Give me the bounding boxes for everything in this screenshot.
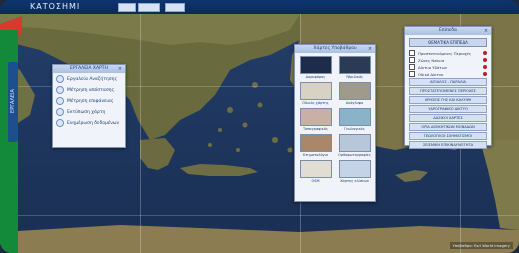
basemap-preview	[299, 134, 332, 152]
basemap-caption: Τοπογραφικός	[303, 127, 328, 131]
top-toolbar: ΚΑΤΟΣΗΜΙ	[0, 0, 519, 14]
layer-status-icon	[483, 58, 487, 62]
area-icon	[56, 97, 64, 105]
layer-group-button[interactable]: ΔΑΣΙΚΟΙ ΧΑΡΤΕΣ	[409, 114, 487, 122]
basemap-caption: OSM	[311, 179, 320, 183]
panel-header: ΕΡΓΑΛΕΙΑ ΧΑΡΤΗ ×	[53, 65, 125, 73]
basemap-thumb[interactable]: Ανάγλυφο	[338, 82, 371, 105]
toolbar-control[interactable]	[165, 3, 185, 12]
map-attribution: Υπόβαθρο: Esri World Imagery	[449, 242, 513, 249]
tool-item-info[interactable]: Ενημέρωση δεδομένων	[56, 118, 122, 128]
search-icon	[56, 75, 64, 83]
basemap-preview	[338, 108, 371, 126]
layer-group-button[interactable]: ΣΕΙΣΜΙΚΗ ΕΠΙΚΙΝΔΥΝΟΤΗΤΑ	[409, 141, 487, 149]
basemap-preview	[299, 56, 332, 74]
layer-checkbox[interactable]	[409, 50, 415, 56]
basemap-thumb[interactable]: Υβριδικός	[338, 56, 371, 79]
basemap-thumb[interactable]: Τοπογραφικός	[299, 108, 332, 131]
basemap-caption: Κτηματολόγιο	[302, 153, 328, 157]
sidebar-tab-label: ΕΡΓΑΛΕΙΑ	[10, 89, 16, 113]
layer-group-button[interactable]: ΓΕΩΛΟΓΙΚΟΙ ΣΧΗΜΑΤΙΣΜΟΙ	[409, 132, 487, 140]
layer-row[interactable]: Ζώνες Natura	[409, 57, 487, 63]
tool-item-print[interactable]: Εκτύπωση χάρτη	[56, 107, 122, 117]
basemap-thumb[interactable]: Δορυφόρος	[299, 56, 332, 79]
tool-item-search[interactable]: Εργαλεία Αναζήτησης	[56, 74, 122, 84]
tool-label: Μέτρηση απόστασης	[67, 87, 115, 93]
tool-item-measure-area[interactable]: Μέτρηση επιφάνειας	[56, 96, 122, 106]
layer-checkbox[interactable]	[409, 57, 415, 63]
close-icon[interactable]: ×	[367, 46, 373, 52]
layer-row[interactable]: Δίκτυο Υδάτων	[409, 64, 487, 70]
panel-header: Επίπεδα ×	[405, 27, 491, 35]
basemap-preview	[338, 82, 371, 100]
layer-group-button[interactable]: ΠΡΟΣΤΑΤΕΥΟΜΕΝΕΣ ΠΕΡΙΟΧΕΣ	[409, 87, 487, 95]
info-icon	[56, 119, 64, 127]
tool-label: Ενημέρωση δεδομένων	[67, 120, 120, 126]
toolbar-control[interactable]	[118, 3, 136, 12]
layer-checkbox[interactable]	[409, 64, 415, 70]
panel-title: Επίπεδα	[439, 28, 457, 33]
basemap-thumb[interactable]: Ορθοφωτογραφίες	[338, 134, 371, 157]
basemap-caption: Ορθοφωτογραφίες	[338, 153, 371, 157]
basemap-preview	[299, 82, 332, 100]
tool-item-measure-distance[interactable]: Μέτρηση απόστασης	[56, 85, 122, 95]
layer-group-button[interactable]: ΥΔΡΟΓΡΑΦΙΚΟ ΔΙΚΤΥΟ	[409, 105, 487, 113]
basemap-preview	[338, 160, 371, 178]
layer-label: Οδικό Δίκτυο	[418, 71, 444, 77]
basemap-thumb[interactable]: Κτηματολόγιο	[299, 134, 332, 157]
app-title: ΚΑΤΟΣΗΜΙ	[30, 2, 81, 11]
layer-status-icon	[483, 72, 487, 76]
basemap-preview	[338, 56, 371, 74]
map-tools-panel: ΕΡΓΑΛΕΙΑ ΧΑΡΤΗ × Εργαλεία Αναζήτησης Μέτ…	[52, 64, 126, 148]
layers-panel: Επίπεδα × ΘΕΜΑΤΙΚΑ ΕΠΙΠΕΔΑ Προστατευόμεν…	[404, 26, 492, 149]
sidebar-tab[interactable]: ΕΡΓΑΛΕΙΑ	[8, 62, 18, 142]
layer-group-button[interactable]: ΟΡΙΑ ΔΙΟΙΚΗΤΙΚΩΝ ΜΟΝΑΔΩΝ	[409, 123, 487, 131]
app-window: ΚΑΤΟΣΗΜΙ ΕΡΓΑΛΕΙΑ ΕΡΓΑΛΕΙΑ ΧΑΡΤΗ × Εργαλ…	[0, 0, 519, 253]
tool-label: Εργαλεία Αναζήτησης	[67, 76, 118, 82]
toolbar-control[interactable]	[138, 3, 160, 12]
basemap-thumb[interactable]: Οδικός χάρτης	[299, 82, 332, 105]
close-icon[interactable]: ×	[117, 66, 123, 72]
layer-label: Δίκτυο Υδάτων	[418, 64, 447, 70]
panel-title: ΕΡΓΑΛΕΙΑ ΧΑΡΤΗ	[70, 66, 108, 71]
basemap-thumb[interactable]: OSM	[299, 160, 332, 183]
basemap-caption: Χάρτης κλίσεων	[340, 179, 369, 183]
basemap-caption: Υβριδικός	[345, 75, 364, 79]
basemap-preview	[299, 160, 332, 178]
layer-checkbox[interactable]	[409, 71, 415, 77]
layer-status-icon	[483, 65, 487, 69]
basemap-caption: Γεωλογικός	[344, 127, 365, 131]
basemap-thumb[interactable]: Γεωλογικός	[338, 108, 371, 131]
basemap-caption: Δορυφόρος	[305, 75, 326, 79]
layer-row[interactable]: Οδικό Δίκτυο	[409, 71, 487, 77]
tool-label: Εκτύπωση χάρτη	[67, 109, 106, 115]
close-icon[interactable]: ×	[483, 28, 489, 34]
layer-label: Ζώνες Natura	[418, 57, 445, 63]
basemap-preview	[299, 108, 332, 126]
layer-group-button[interactable]: ΧΡΗΣΕΙΣ ΓΗΣ ΚΑΙ ΚΑΛΥΨΗ	[409, 96, 487, 104]
ruler-icon	[56, 86, 64, 94]
basemap-caption: Ανάγλυφο	[345, 101, 364, 105]
tool-label: Μέτρηση επιφάνειας	[67, 98, 114, 104]
panel-title: Χάρτες Υποβάθρου	[313, 46, 357, 51]
panel-header: Χάρτες Υποβάθρου ×	[295, 45, 375, 53]
print-icon	[56, 108, 64, 116]
layer-status-icon	[483, 51, 487, 55]
basemap-preview	[338, 134, 371, 152]
layer-row[interactable]: Προστατευόμενες Περιοχές	[409, 50, 487, 56]
basemap-panel: Χάρτες Υποβάθρου × Δορυφόρος Υβριδικός Ο…	[294, 44, 376, 202]
thematic-layers-button[interactable]: ΘΕΜΑΤΙΚΑ ΕΠΙΠΕΔΑ	[409, 38, 487, 47]
layer-group-button[interactable]: ΑΙΓΙΑΛΟΣ - ΠΑΡΑΛΙΑ	[409, 78, 487, 86]
basemap-caption: Οδικός χάρτης	[302, 101, 329, 105]
graticule-line	[0, 215, 519, 216]
basemap-thumb[interactable]: Χάρτης κλίσεων	[338, 160, 371, 183]
layer-label: Προστατευόμενες Περιοχές	[418, 50, 472, 56]
